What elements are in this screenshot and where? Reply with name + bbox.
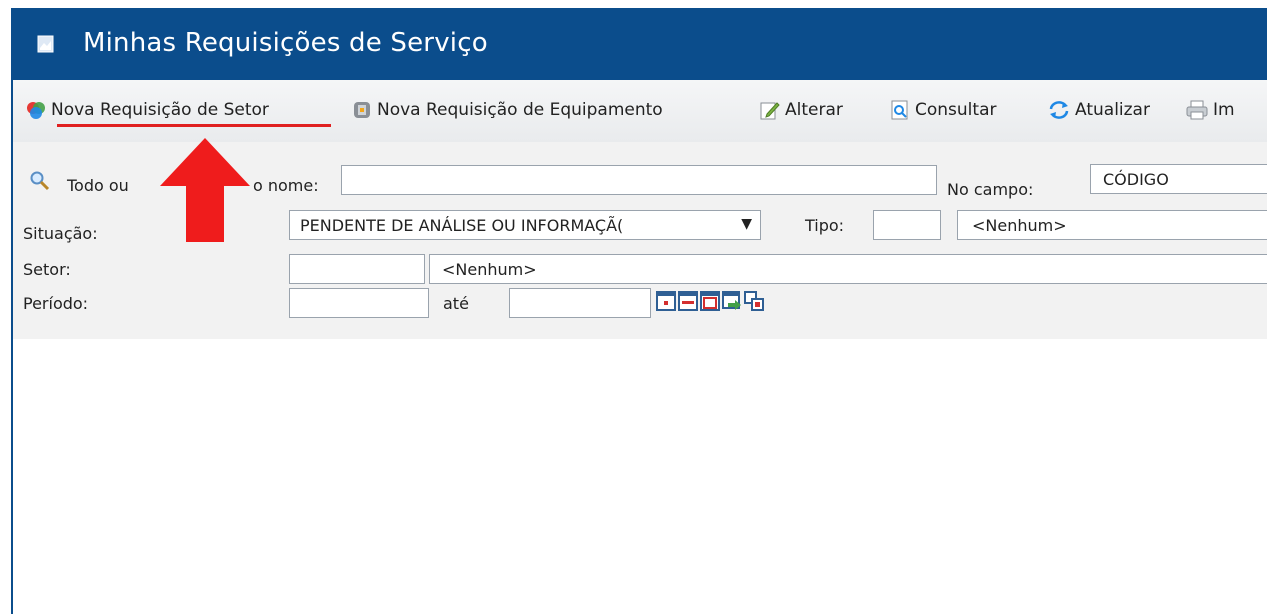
document-icon — [37, 35, 54, 53]
search-label-end: o nome: — [253, 176, 319, 195]
imprimir-label: Im — [1213, 100, 1235, 120]
tipo-code-input[interactable] — [873, 210, 941, 240]
consultar-button[interactable]: Consultar — [889, 92, 996, 128]
search-document-icon — [891, 100, 908, 120]
situacao-select[interactable]: PENDENTE DE ANÁLISE OU INFORMAÇÃ( ▼ — [289, 210, 761, 240]
calendar-day-icon[interactable] — [656, 291, 676, 311]
situacao-value: PENDENTE DE ANÁLISE OU INFORMAÇÃ( — [300, 216, 624, 235]
annotation-underline — [57, 124, 331, 127]
atualizar-label: Atualizar — [1075, 100, 1150, 120]
atualizar-button[interactable]: Atualizar — [1047, 92, 1150, 128]
search-label-start: Todo ou — [67, 176, 129, 195]
no-campo-label: No campo: — [947, 180, 1034, 199]
setor-code-input[interactable] — [289, 254, 425, 284]
nova-requisicao-setor-button[interactable]: Nova Requisição de Setor — [25, 92, 269, 128]
refresh-icon — [1049, 101, 1069, 119]
periodo-start-input[interactable] — [289, 288, 429, 318]
new-equipment-request-icon — [354, 102, 370, 118]
new-sector-request-icon — [27, 102, 45, 119]
title-bar: Minhas Requisições de Serviço — [13, 8, 1267, 80]
setor-label: Setor: — [23, 260, 71, 279]
app-window: Minhas Requisições de Serviço Nova Requi… — [13, 8, 1267, 614]
calendar-week-icon[interactable] — [678, 291, 698, 311]
nova-requisicao-equipamento-label: Nova Requisição de Equipamento — [377, 100, 663, 120]
magnifier-icon — [30, 171, 50, 191]
dropdown-arrow-icon: ▼ — [741, 216, 752, 232]
alterar-label: Alterar — [785, 100, 843, 120]
alterar-button[interactable]: Alterar — [759, 92, 843, 128]
no-campo-select[interactable]: CÓDIGO — [1090, 164, 1267, 194]
nova-requisicao-setor-label: Nova Requisição de Setor — [51, 100, 269, 120]
consultar-label: Consultar — [915, 100, 997, 120]
toolbar: Nova Requisição de Setor Nova Requisição… — [13, 80, 1267, 143]
left-border — [0, 0, 14, 614]
imprimir-button[interactable]: Im — [1185, 92, 1235, 128]
page-title: Minhas Requisições de Serviço — [83, 28, 488, 58]
calendar-month-icon[interactable] — [700, 291, 720, 311]
results-area — [13, 339, 1267, 614]
edit-icon — [760, 102, 780, 120]
calendar-range-icon[interactable] — [744, 291, 764, 311]
tipo-label: Tipo: — [805, 216, 845, 235]
setor-name-field[interactable]: <Nenhum> — [429, 254, 1267, 284]
ate-label: até — [443, 294, 469, 313]
calendar-next-icon[interactable] — [722, 291, 742, 311]
date-preset-icons — [656, 291, 764, 311]
tipo-name-field[interactable]: <Nenhum> — [957, 210, 1267, 240]
annotation-arrow-icon — [160, 138, 250, 242]
printer-icon — [1186, 100, 1208, 120]
situacao-label: Situação: — [23, 224, 98, 243]
periodo-label: Período: — [23, 294, 89, 313]
search-input[interactable] — [341, 165, 937, 195]
nova-requisicao-equipamento-button[interactable]: Nova Requisição de Equipamento — [351, 92, 663, 128]
periodo-end-input[interactable] — [509, 288, 651, 318]
